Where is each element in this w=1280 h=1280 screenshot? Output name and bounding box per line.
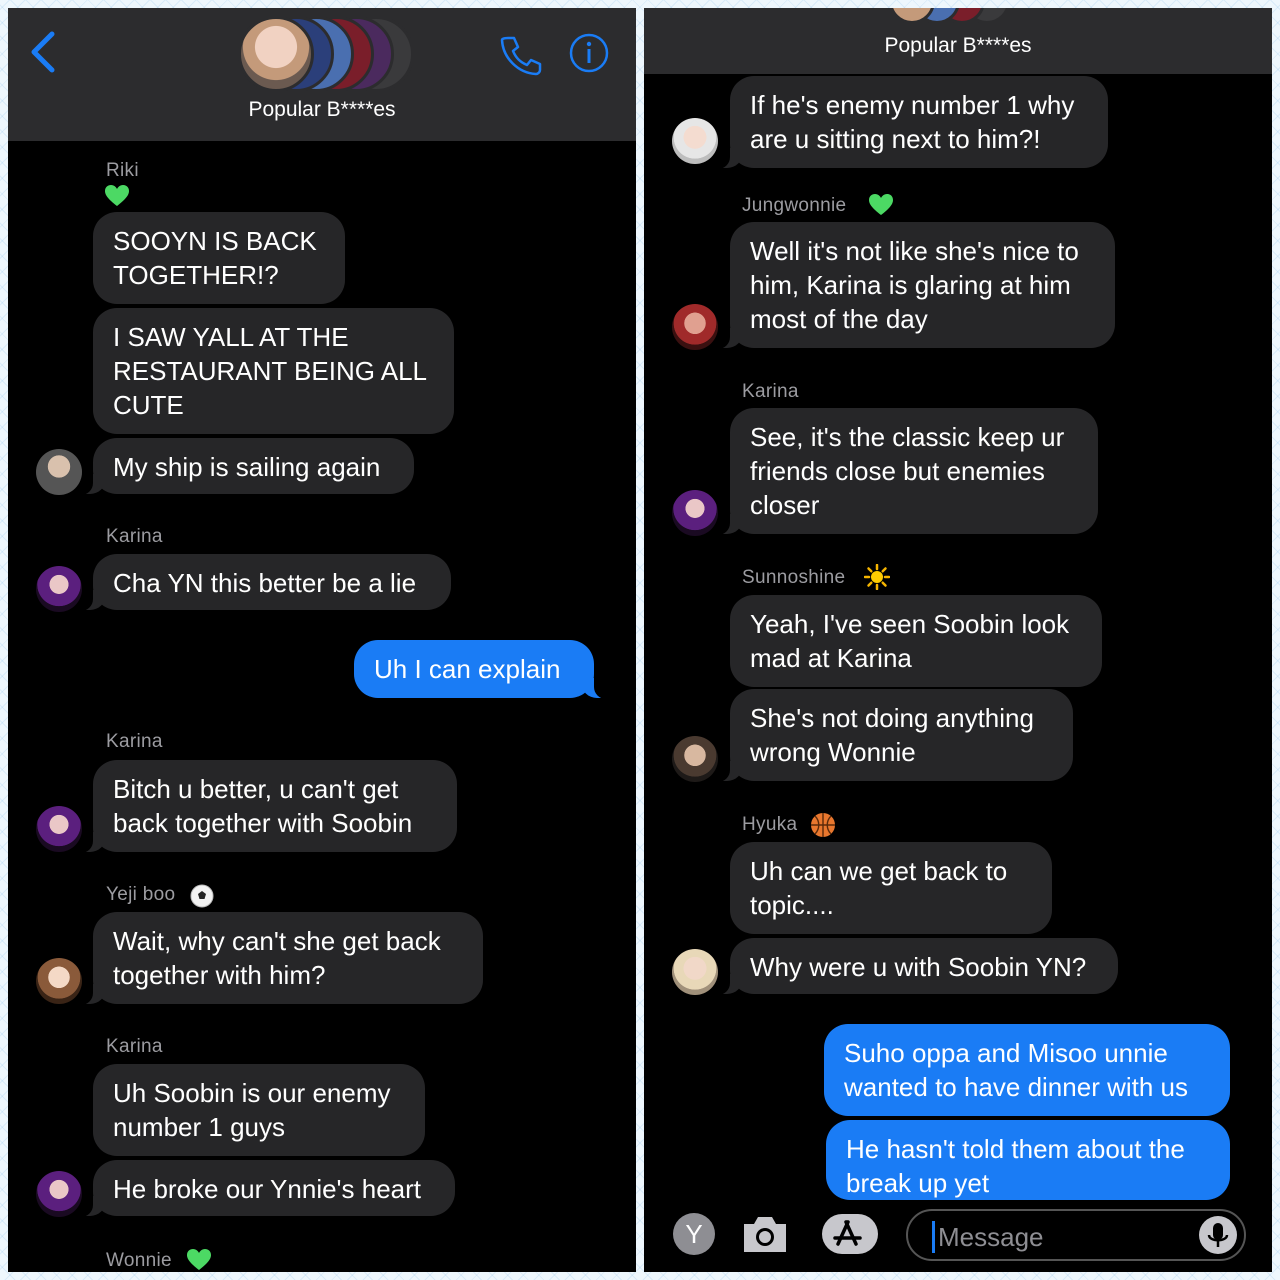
memoji-avatar-letter: Y <box>685 1219 703 1249</box>
message-bubble[interactable]: Cha YN this better be a lie <box>79 554 451 611</box>
message-bubble[interactable]: He broke our Ynnie's heart <box>79 1160 455 1217</box>
group-title[interactable]: Popular B****es <box>644 34 1272 58</box>
message-bubble[interactable]: I SAW YALL AT THE RESTAURANT BEING ALL C… <box>93 308 454 434</box>
message-bubble[interactable]: Wait, why can't she get back together wi… <box>79 912 483 1005</box>
message-bubble[interactable]: My ship is sailing again <box>79 438 414 495</box>
microphone-icon[interactable] <box>1198 1215 1238 1255</box>
chat-screenshot-right: Popular B****es If he's enemy number 1 w… <box>644 8 1272 1272</box>
avatar-hyuka[interactable] <box>672 949 718 995</box>
avatar-riki[interactable] <box>36 449 82 495</box>
avatar-karina[interactable] <box>36 1171 82 1217</box>
sender-name-yeji: Yeji boo <box>106 884 176 905</box>
message-bubble-outgoing[interactable]: He hasn't told them about the break up y… <box>826 1120 1230 1200</box>
group-avatar-stack[interactable] <box>238 16 414 94</box>
message-bubble[interactable]: Why were u with Soobin YN? <box>716 938 1118 995</box>
message-bubble[interactable]: Yeah, I've seen Soobin look mad at Karin… <box>730 595 1102 687</box>
avatar-jungwonnie[interactable] <box>672 304 718 350</box>
app-store-icon[interactable] <box>820 1212 880 1256</box>
basketball-icon <box>811 813 835 837</box>
message-bubble[interactable]: Uh Soobin is our enemy number 1 guys <box>93 1064 425 1156</box>
avatar-yeji[interactable] <box>36 958 82 1004</box>
message-bubble[interactable]: Well it's not like she's nice to him, Ka… <box>716 222 1115 349</box>
chat-header: Popular B****es <box>644 8 1272 74</box>
camera-icon[interactable] <box>740 1212 790 1256</box>
sender-name-jungwonnie: Jungwonnie <box>742 195 847 216</box>
message-placeholder: Message <box>938 1222 1044 1252</box>
sender-name-karina: Karina <box>106 526 163 547</box>
sender-name-karina: Karina <box>742 381 799 402</box>
green-heart-icon <box>187 1249 211 1270</box>
info-icon[interactable] <box>568 32 610 74</box>
text-cursor <box>932 1221 935 1253</box>
back-chevron-icon[interactable] <box>28 30 58 74</box>
green-heart-icon <box>869 194 893 215</box>
avatar-karina[interactable] <box>36 566 82 612</box>
message-bubble-outgoing[interactable]: Uh I can explain <box>354 640 608 699</box>
message-bubble[interactable]: See, it's the classic keep ur friends cl… <box>716 408 1098 535</box>
chat-screenshot-left: Popular B****es Riki SOOYN IS BACK TOGET… <box>8 8 636 1272</box>
soccer-ball-icon <box>190 884 214 908</box>
avatar-sunnoshine[interactable] <box>672 736 718 782</box>
avatar-karina[interactable] <box>36 806 82 852</box>
sender-name-hyuka: Hyuka <box>742 814 798 835</box>
message-bubble-outgoing[interactable]: Suho oppa and Misoo unnie wanted to have… <box>824 1024 1230 1116</box>
sender-name-sunnoshine: Sunnoshine <box>742 567 846 588</box>
green-heart-icon <box>105 185 129 206</box>
phone-icon[interactable] <box>498 32 542 76</box>
sender-name-riki: Riki <box>106 160 139 181</box>
message-bubble[interactable]: Bitch u better, u can't get back togethe… <box>79 760 457 853</box>
sun-icon <box>864 564 890 590</box>
group-avatar-stack[interactable] <box>884 8 1034 24</box>
chat-header: Popular B****es <box>8 8 636 141</box>
message-input[interactable]: Message <box>906 1209 1246 1261</box>
avatar-sender[interactable] <box>672 118 718 164</box>
message-bubble[interactable]: SOOYN IS BACK TOGETHER!? <box>93 212 345 304</box>
avatar-karina[interactable] <box>672 490 718 536</box>
sender-name-karina: Karina <box>106 1036 163 1057</box>
message-bubble[interactable]: If he's enemy number 1 why are u sitting… <box>716 76 1108 169</box>
message-bubble[interactable]: Uh can we get back to topic.... <box>730 842 1052 934</box>
sender-name-wonnie: Wonnie <box>106 1250 172 1271</box>
message-bubble[interactable]: She's not doing anything wrong Wonnie <box>716 689 1073 782</box>
sender-name-karina: Karina <box>106 731 163 752</box>
message-composer: Y Message <box>644 1202 1272 1272</box>
group-title[interactable]: Popular B****es <box>8 98 636 122</box>
